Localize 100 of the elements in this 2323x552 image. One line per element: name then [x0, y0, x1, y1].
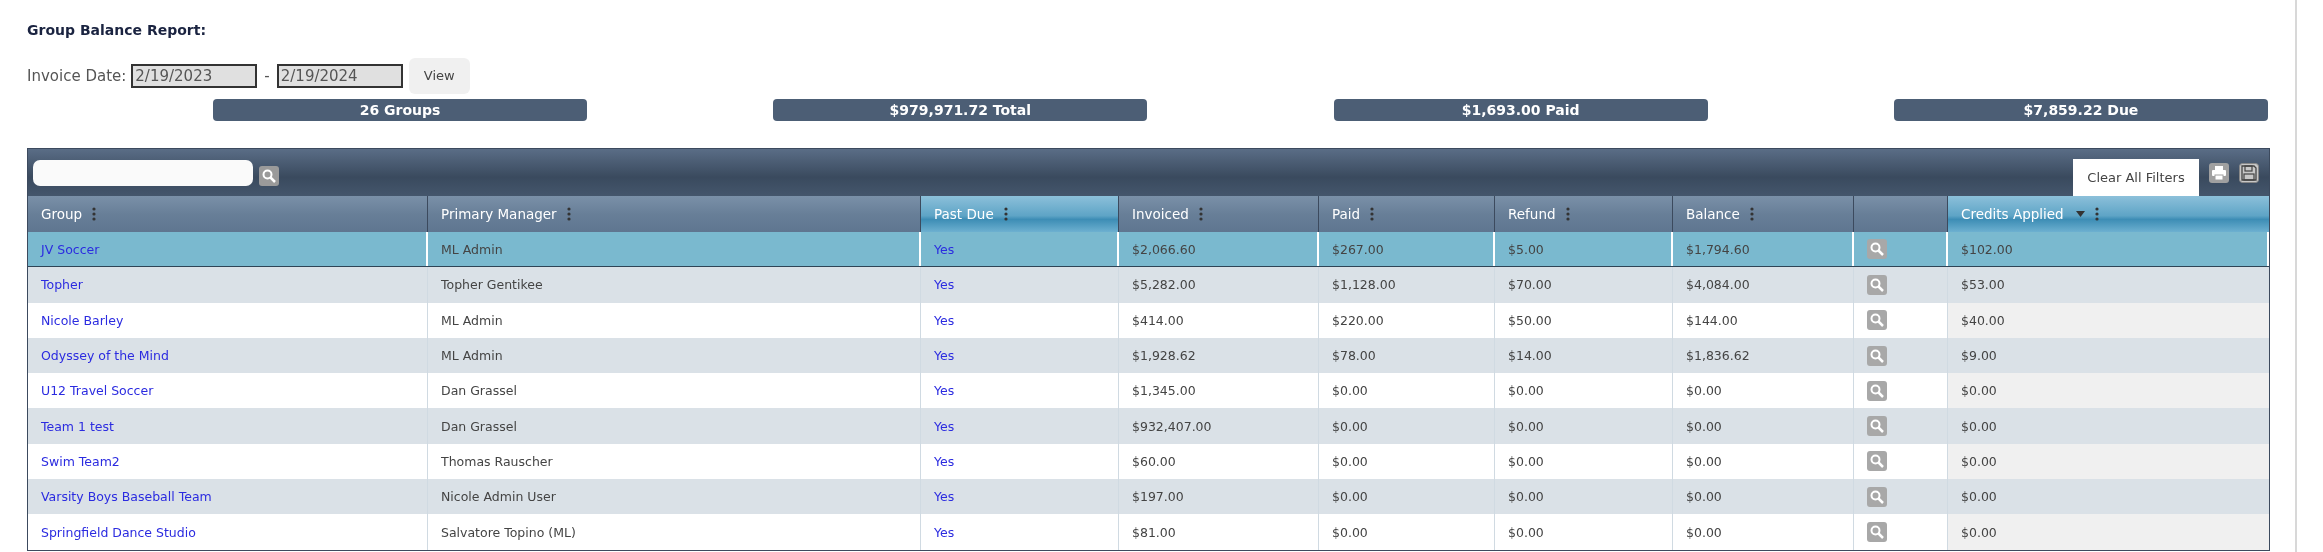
column-header[interactable]: Refund	[1495, 196, 1673, 232]
date-separator: -	[264, 66, 270, 85]
table-cell: $5,282.00	[1132, 277, 1196, 293]
search-icon[interactable]	[259, 165, 279, 186]
table-cell: Dan Grassel	[441, 383, 517, 399]
table-cell: $81.00	[1132, 524, 1176, 540]
column-menu-icon[interactable]	[1749, 207, 1754, 221]
column-header[interactable]: Invoiced	[1119, 196, 1319, 232]
table-cell: Yes	[934, 453, 955, 469]
table-row[interactable]: Topher Topher Gentikee Yes $5,282.00 $1,128.00 $70.00 $4,084.00 $53.00	[28, 267, 2269, 303]
group-link[interactable]: Swim Team2	[41, 453, 120, 469]
table-cell: $53.00	[1961, 277, 2005, 293]
summary-bar: $7,859.22 Due	[1894, 99, 2268, 121]
table-cell: $40.00	[1961, 312, 2005, 328]
summary-bar: $1,693.00 Paid	[1333, 99, 1708, 121]
column-header[interactable]: Primary Manager	[428, 196, 921, 232]
table-cell: $0.00	[1508, 489, 1544, 505]
column-menu-icon[interactable]	[92, 207, 97, 221]
table-cell: $0.00	[1686, 524, 1722, 540]
table-row[interactable]: Odyssey of the Mind ML Admin Yes $1,928.62 $78.00 $14.00 $1,836.62 $9.00	[28, 337, 2269, 374]
table-cell: $0.00	[1508, 524, 1544, 540]
table-cell: $0.00	[1332, 489, 1368, 505]
group-link[interactable]: Springfield Dance Studio	[41, 524, 196, 540]
to-date-field[interactable]: 2/19/2024	[276, 63, 403, 88]
table-cell: $0.00	[1961, 453, 1997, 469]
report-title: Group Balance Report:	[27, 22, 207, 40]
table-cell: $197.00	[1132, 489, 1184, 505]
column-header[interactable]: Balance	[1673, 196, 1854, 232]
table-cell: $0.00	[1508, 418, 1544, 434]
table-cell: $0.00	[1508, 453, 1544, 469]
table-cell: $0.00	[1686, 418, 1722, 434]
summary-bar: 26 Groups	[213, 99, 587, 121]
table-cell: Yes	[934, 241, 955, 257]
group-link[interactable]: Odyssey of the Mind	[41, 348, 169, 364]
column-menu-icon[interactable]	[1003, 207, 1008, 221]
table-cell: $0.00	[1332, 418, 1368, 434]
column-menu-icon[interactable]	[1370, 207, 1375, 221]
column-menu-icon[interactable]	[1565, 207, 1570, 221]
table-cell: $78.00	[1332, 348, 1376, 364]
table-cell: $1,928.62	[1132, 348, 1196, 364]
table-row[interactable]: Varsity Boys Baseball Team Nicole Admin User Yes $197.00 $0.00 $0.00 $0.00 $0.00	[28, 479, 2269, 515]
table-cell: $4,084.00	[1686, 277, 1750, 293]
table-cell: Thomas Rauscher	[441, 453, 553, 469]
group-link[interactable]: U12 Travel Soccer	[41, 383, 154, 399]
group-link[interactable]: JV Soccer	[41, 241, 100, 257]
search-field[interactable]	[33, 159, 253, 186]
table-cell: ML Admin	[441, 348, 503, 364]
save-icon[interactable]	[2239, 162, 2259, 183]
table-cell: $0.00	[1961, 524, 1997, 540]
table-cell: Yes	[934, 524, 955, 540]
table-cell: Yes	[934, 489, 955, 505]
table-cell: Yes	[934, 312, 955, 328]
table-cell: $0.00	[1332, 453, 1368, 469]
column-header[interactable]: Paid	[1319, 196, 1495, 232]
group-link[interactable]: Team 1 test	[41, 418, 114, 434]
table-cell: $0.00	[1508, 383, 1544, 399]
column-header[interactable]: Group	[28, 196, 428, 232]
column-menu-icon[interactable]	[1198, 207, 1203, 221]
group-link[interactable]: Topher	[41, 277, 83, 293]
group-link[interactable]: Nicole Barley	[41, 312, 124, 328]
table-cell: Nicole Admin User	[441, 489, 556, 505]
table-cell: $0.00	[1686, 453, 1722, 469]
from-date-field[interactable]: 2/19/2023	[131, 63, 258, 88]
table-cell: $1,836.62	[1686, 348, 1750, 364]
table-cell: Yes	[934, 383, 955, 399]
table-cell: $1,794.60	[1686, 241, 1750, 257]
table-cell: $932,407.00	[1132, 418, 1212, 434]
table-cell: Yes	[934, 418, 955, 434]
table-cell: $0.00	[1686, 383, 1722, 399]
table-cell: $144.00	[1686, 312, 1738, 328]
table-cell: Salvatore Topino (ML)	[441, 524, 576, 540]
table-cell: $0.00	[1686, 489, 1722, 505]
table-cell: $0.00	[1332, 524, 1368, 540]
table-row[interactable]: JV Soccer ML Admin Yes $2,066.60 $267.00 $5.00 $1,794.60 $102.00	[28, 232, 2269, 268]
table-cell: $50.00	[1508, 312, 1552, 328]
table-cell: $0.00	[1961, 489, 1997, 505]
table-cell: $220.00	[1332, 312, 1384, 328]
group-link[interactable]: Varsity Boys Baseball Team	[41, 489, 212, 505]
invoice-date-label: Invoice Date:	[27, 66, 127, 85]
table-cell: $414.00	[1132, 312, 1184, 328]
clear-filters-button[interactable]: Clear All Filters	[2073, 158, 2199, 197]
table-cell: $14.00	[1508, 348, 1552, 364]
table-cell: $60.00	[1132, 453, 1176, 469]
table-cell: $70.00	[1508, 277, 1552, 293]
table-cell: Topher Gentikee	[441, 277, 543, 293]
column-menu-icon[interactable]	[566, 207, 571, 221]
table-cell: ML Admin	[441, 312, 503, 328]
view-button[interactable]: View	[408, 57, 470, 94]
table-cell: $102.00	[1961, 241, 2013, 257]
table-cell: $267.00	[1332, 241, 1384, 257]
table-row[interactable]: Team 1 test Dan Grassel Yes $932,407.00 $0.00 $0.00 $0.00 $0.00	[28, 408, 2269, 444]
table-cell: $2,066.60	[1132, 241, 1196, 257]
table-cell: $5.00	[1508, 241, 1544, 257]
table-cell: Yes	[934, 277, 955, 293]
table-cell: $1,345.00	[1132, 383, 1196, 399]
print-icon[interactable]	[2209, 162, 2229, 183]
column-menu-icon[interactable]	[2094, 207, 2099, 221]
table-cell: Dan Grassel	[441, 418, 517, 434]
summary-bar: $979,971.72 Total	[773, 99, 1148, 121]
table-cell: Yes	[934, 348, 955, 364]
